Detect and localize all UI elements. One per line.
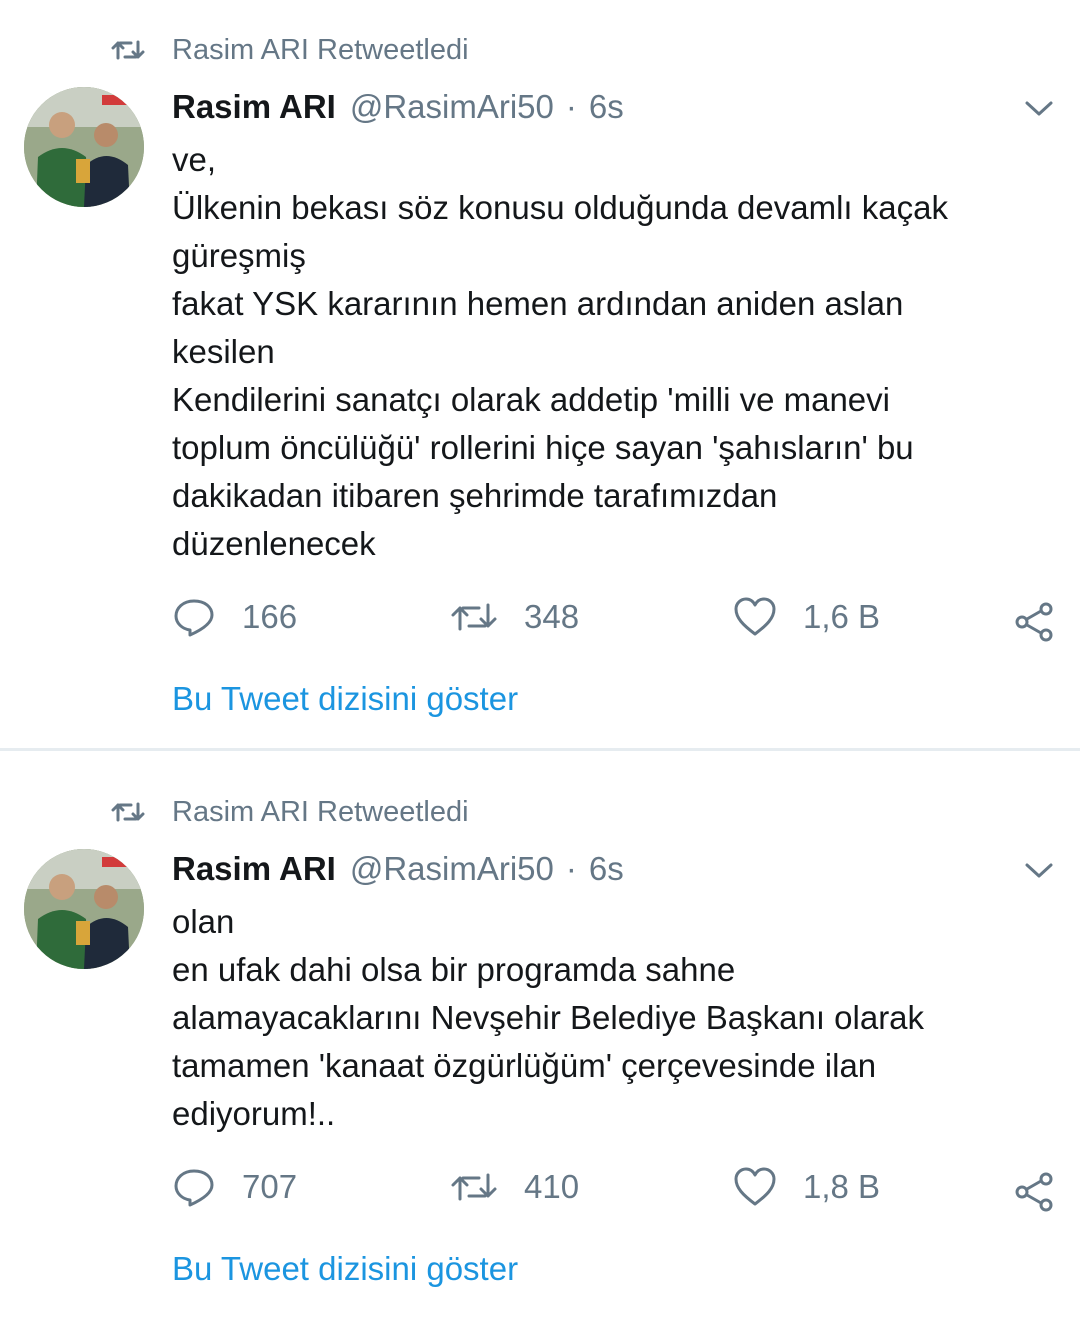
author-name[interactable]: Rasim ARI	[172, 88, 336, 126]
reply-count: 166	[242, 598, 298, 635]
like-button[interactable]: 1,8 B	[733, 1162, 880, 1212]
tweet-text: ve, Ülkenin bekası söz konusu olduğunda …	[172, 136, 1052, 568]
retweet-button[interactable]: 348	[450, 592, 579, 642]
tweet-text-line: kesilen	[172, 333, 275, 370]
tweet-time[interactable]: 6s	[589, 850, 624, 888]
tweet-text-line: Ülkenin bekası söz konusu olduğunda deva…	[172, 189, 948, 226]
separator-dot: ·	[565, 88, 577, 125]
tweet-text-line: Kendilerini sanatçı olarak addetip 'mill…	[172, 381, 890, 418]
tweet-text-line: tamamen 'kanaat özgürlüğüm' çerçevesinde…	[172, 1047, 877, 1084]
tweet-header: Rasim ARI @RasimAri50 · 6s	[172, 84, 624, 130]
retweeted-by-row: Rasim ARI Retweetledi	[110, 792, 469, 832]
tweet-text-line: alamayacaklarını Nevşehir Belediye Başka…	[172, 999, 925, 1036]
tweet-header: Rasim ARI @RasimAri50 · 6s	[172, 846, 624, 892]
retweet-count: 348	[524, 598, 580, 635]
separator-dot: ·	[565, 850, 577, 887]
reply-count: 707	[242, 1168, 298, 1205]
show-thread-link[interactable]: Bu Tweet dizisini göster	[172, 680, 518, 718]
tweet-divider	[0, 748, 1080, 751]
retweeted-by-row: Rasim ARI Retweetledi	[110, 30, 469, 70]
tweet-text-line: fakat YSK kararının hemen ardından anide…	[172, 285, 904, 322]
tweet-text-line: toplum öncülüğü' rollerini hiçe sayan 'ş…	[172, 429, 914, 466]
author-name[interactable]: Rasim ARI	[172, 850, 336, 888]
chevron-down-icon[interactable]	[1022, 94, 1056, 122]
tweet-text-line: güreşmiş	[172, 237, 306, 274]
tweet-text: olan en ufak dahi olsa bir programda sah…	[172, 898, 1052, 1138]
retweet-count: 410	[524, 1168, 580, 1205]
tweet-text-line: dakikadan itibaren şehrimde tarafımızdan	[172, 477, 778, 514]
tweet-card[interactable]: Rasim ARI Retweetledi Rasim ARI @RasimAr…	[0, 0, 1080, 748]
reply-icon	[174, 599, 214, 637]
heart-icon	[734, 597, 776, 636]
tweet-text-line: ediyorum!..	[172, 1095, 336, 1132]
retweet-button[interactable]: 410	[450, 1162, 579, 1212]
avatar-image	[24, 87, 144, 207]
like-count: 1,6 B	[803, 598, 881, 635]
author-handle[interactable]: @RasimAri50	[350, 850, 554, 888]
avatar[interactable]	[24, 87, 144, 207]
share-button[interactable]	[1013, 597, 1055, 647]
avatar-image	[24, 849, 144, 969]
tweet-actions: 707 410 1,8 B	[0, 1162, 1080, 1212]
retweeted-by-label: Rasim ARI Retweetledi	[172, 795, 469, 828]
reply-icon	[174, 1169, 214, 1207]
tweet-actions: 166 348 1,6 B	[0, 592, 1080, 642]
tweet-text-line: en ufak dahi olsa bir programda sahne	[172, 951, 736, 988]
retweet-icon	[451, 1173, 497, 1201]
retweet-icon	[111, 802, 145, 822]
retweet-icon	[111, 40, 145, 60]
tweet-text-line: düzenlenecek	[172, 525, 376, 562]
tweet-time[interactable]: 6s	[589, 88, 624, 126]
share-icon	[1015, 602, 1053, 642]
show-thread-link[interactable]: Bu Tweet dizisini göster	[172, 1250, 518, 1288]
author-handle[interactable]: @RasimAri50	[350, 88, 554, 126]
reply-button[interactable]: 707	[172, 1162, 297, 1212]
share-icon	[1015, 1172, 1053, 1212]
avatar[interactable]	[24, 849, 144, 969]
tweet-card[interactable]: Rasim ARI Retweetledi Rasim ARI @RasimAr…	[0, 762, 1080, 1317]
heart-icon	[734, 1167, 776, 1206]
tweet-text-line: olan	[172, 903, 235, 940]
retweeted-by-label: Rasim ARI Retweetledi	[172, 33, 469, 66]
like-count: 1,8 B	[803, 1168, 881, 1205]
reply-button[interactable]: 166	[172, 592, 297, 642]
retweet-icon	[451, 603, 497, 631]
like-button[interactable]: 1,6 B	[733, 592, 880, 642]
chevron-down-icon[interactable]	[1022, 856, 1056, 884]
share-button[interactable]	[1013, 1167, 1055, 1217]
tweet-text-line: ve,	[172, 141, 217, 178]
